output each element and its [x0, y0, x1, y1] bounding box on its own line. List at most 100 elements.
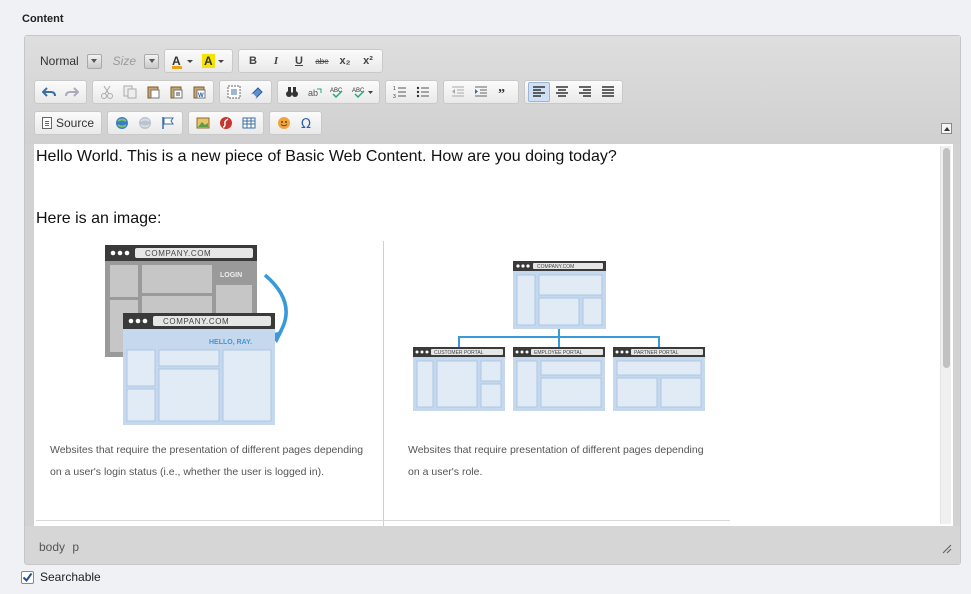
spellcheck-as-you-type-button[interactable]: ABC	[350, 82, 376, 102]
indent-icon	[475, 86, 487, 97]
link-globe-icon	[116, 117, 129, 129]
bulleted-list-button[interactable]	[412, 82, 434, 102]
link-group	[107, 111, 184, 135]
format-combo[interactable]: Normal	[34, 49, 102, 73]
browser1-url: COMPANY.COM	[145, 249, 211, 258]
unlink-globe-icon	[139, 117, 152, 129]
select-group	[219, 80, 272, 104]
align-justify-button[interactable]	[597, 82, 619, 102]
content-scrollbar[interactable]	[940, 146, 951, 524]
searchable-label: Searchable	[40, 570, 101, 584]
role-caption: Websites that require presentation of di…	[408, 444, 704, 478]
paste-word-button[interactable]: W	[188, 82, 210, 102]
portal3-label: PARTNER PORTAL	[634, 350, 679, 356]
source-button-label: Source	[56, 116, 95, 130]
spellcheck-button[interactable]: ABC	[327, 82, 349, 102]
resize-grip-icon[interactable]	[942, 544, 952, 554]
svg-text:3: 3	[393, 94, 396, 99]
table-button[interactable]	[238, 113, 260, 133]
special-char-button[interactable]: Ω	[296, 113, 318, 133]
browser2-url: COMPANY.COM	[163, 317, 229, 326]
strike-button[interactable]: abe	[311, 51, 333, 71]
link-button[interactable]	[111, 113, 133, 133]
image-bottom-border	[36, 520, 730, 521]
find-group: ab ABC ABC	[277, 80, 380, 104]
insert-group	[188, 111, 265, 135]
text-color-icon: A	[172, 54, 194, 69]
size-combo-arrow-icon[interactable]	[144, 53, 160, 69]
unlink-button[interactable]	[134, 113, 156, 133]
embedded-image[interactable]: COMPANY.COM LOGIN COMPANY.COM HELLO, RAY…	[36, 241, 730, 526]
flash-button[interactable]	[215, 113, 237, 133]
text-color-button[interactable]: A	[168, 51, 198, 71]
align-group	[524, 80, 623, 104]
remove-format-button[interactable]	[246, 82, 268, 102]
list-group: 13	[385, 80, 438, 104]
bulleted-list-icon	[416, 86, 429, 98]
svg-text:”: ”	[498, 87, 505, 99]
top-browser-url: COMPANY.COM	[537, 264, 574, 270]
undo-group	[34, 80, 87, 104]
paragraph-1: Hello World. This is a new piece of Basi…	[36, 148, 617, 165]
numbered-list-button[interactable]: 13	[389, 82, 411, 102]
element-path[interactable]: body p	[39, 540, 79, 554]
omega-icon: Ω	[301, 117, 311, 130]
paste-text-button[interactable]	[165, 82, 187, 102]
source-doc-icon	[42, 117, 52, 129]
paste-word-icon: W	[193, 86, 206, 99]
content-scrollbar-thumb[interactable]	[943, 148, 950, 368]
blockquote-button[interactable]: ”	[493, 82, 515, 102]
portal1-label: CUSTOMER PORTAL	[434, 350, 484, 356]
image-button[interactable]	[192, 113, 214, 133]
outdent-button[interactable]	[447, 82, 469, 102]
basic-styles-group: B I U abe x₂ x²	[238, 49, 384, 73]
portal2-label: EMPLOYEE PORTAL	[534, 350, 583, 356]
underline-button[interactable]: U	[288, 51, 310, 71]
superscript-button[interactable]: x²	[357, 51, 379, 71]
bold-button[interactable]: B	[242, 51, 264, 71]
paste-button[interactable]	[142, 82, 164, 102]
paste-text-icon	[170, 86, 183, 99]
quote-icon: ”	[498, 87, 505, 99]
searchable-option[interactable]: Searchable	[21, 570, 101, 584]
flash-icon	[220, 117, 233, 129]
toolbar-row-3: Source Ω	[34, 110, 323, 136]
editor-content-area[interactable]: Hello World. This is a new piece of Basi…	[34, 144, 953, 526]
find-button[interactable]	[281, 82, 303, 102]
format-combo-arrow-icon[interactable]	[86, 53, 102, 69]
svg-text:1: 1	[393, 86, 396, 92]
outdent-icon	[452, 86, 464, 97]
browser1-login-text: LOGIN	[220, 272, 242, 279]
replace-icon: ab	[308, 88, 322, 98]
table-icon	[242, 117, 256, 129]
select-all-button[interactable]	[223, 82, 245, 102]
source-button[interactable]: Source	[38, 116, 98, 130]
clipboard-group: W	[92, 80, 214, 104]
size-combo[interactable]: Size	[107, 49, 160, 73]
smiley-icon	[278, 117, 291, 129]
subscript-button[interactable]: x₂	[334, 51, 356, 71]
browser2-greeting-text: HELLO, RAY.	[209, 339, 252, 346]
align-right-button[interactable]	[574, 82, 596, 102]
spellcheck-icon: ABC	[330, 88, 343, 99]
size-combo-label: Size	[112, 54, 137, 68]
smiley-button[interactable]	[273, 113, 295, 133]
indent-button[interactable]	[470, 82, 492, 102]
searchable-checkbox[interactable]	[21, 570, 34, 584]
indent-group: ”	[443, 80, 519, 104]
user-role-illustration: COMPANY.COM CUSTOMER PORTAL EMPLOYEE POR…	[413, 261, 705, 411]
align-center-button[interactable]	[551, 82, 573, 102]
undo-button[interactable]	[38, 82, 60, 102]
spellcheck-dropdown-icon: ABC	[352, 88, 373, 99]
align-left-button[interactable]	[528, 82, 550, 102]
copy-button[interactable]	[119, 82, 141, 102]
italic-button[interactable]: I	[265, 51, 287, 71]
anchor-button[interactable]	[157, 113, 179, 133]
copy-icon	[123, 85, 137, 99]
background-color-button[interactable]: A	[199, 51, 229, 71]
content-section-label: Content	[22, 13, 64, 25]
cut-button[interactable]	[96, 82, 118, 102]
redo-button[interactable]	[61, 82, 83, 102]
replace-button[interactable]: ab	[304, 82, 326, 102]
collapse-toolbar-button[interactable]	[941, 123, 952, 134]
